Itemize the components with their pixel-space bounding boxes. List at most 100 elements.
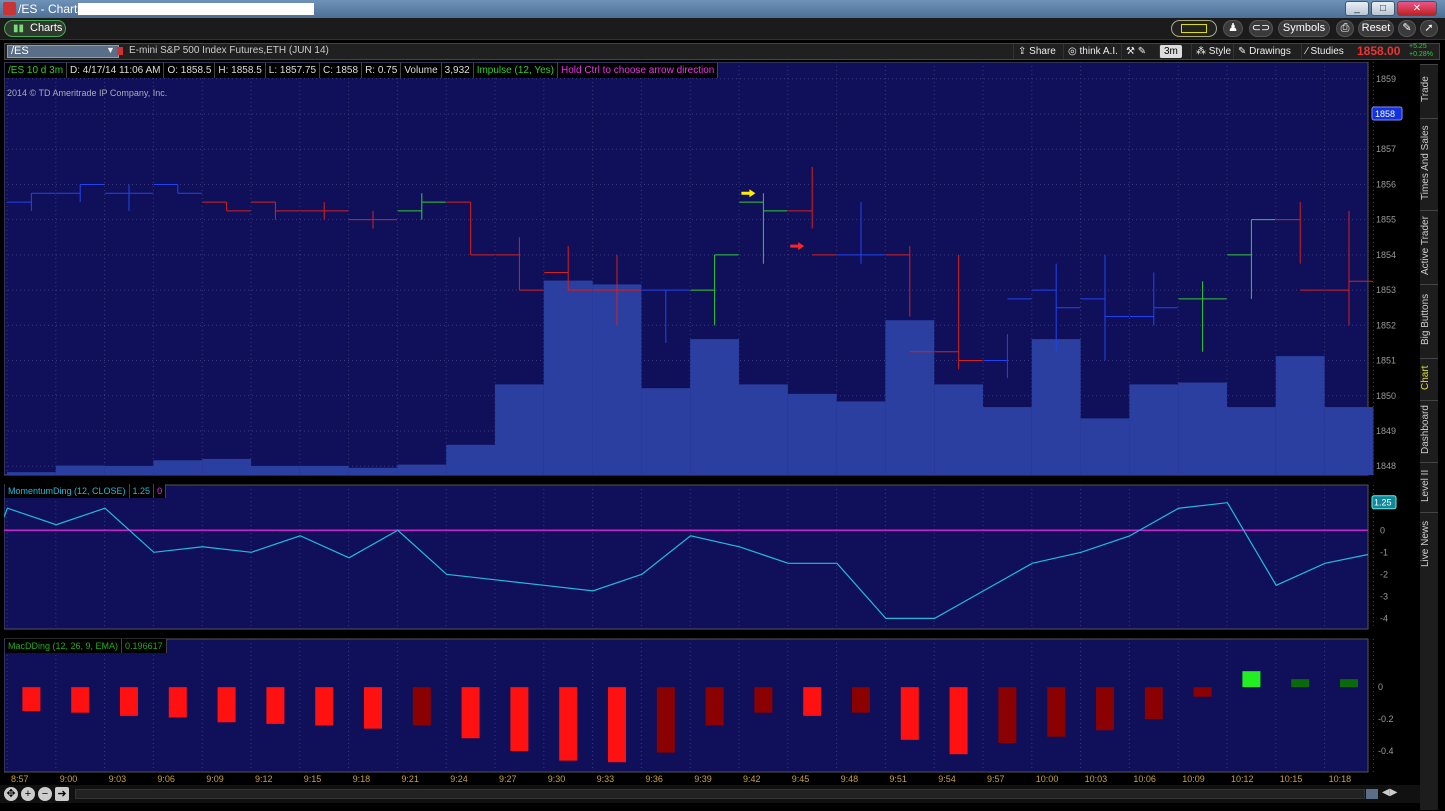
time-tick: 9:54 [938, 774, 956, 784]
scrollbar-thumb[interactable] [1366, 789, 1378, 799]
momentum-tick: -4 [1380, 613, 1388, 623]
macd-bar [803, 687, 822, 716]
time-tick: 10:03 [1085, 774, 1108, 784]
momentum-tick: -2 [1380, 569, 1388, 579]
macd-bar [1096, 687, 1114, 731]
symbols-button[interactable]: Symbols [1278, 20, 1330, 37]
tab-live-news[interactable]: Live News [1420, 512, 1438, 574]
symbol-dropdown-icon[interactable]: ▼ [106, 45, 115, 55]
tab-trade[interactable]: Trade [1420, 64, 1438, 114]
price-change: +5.25 +0.28% [1409, 43, 1433, 59]
volume-bar [543, 280, 593, 475]
macd-bar [461, 687, 480, 739]
volume-bar [1080, 418, 1130, 475]
time-tick: 9:42 [743, 774, 761, 784]
timeframe-button[interactable]: 3m [1159, 45, 1182, 58]
close-button[interactable]: ✕ [1397, 1, 1437, 16]
macd-bar [949, 687, 968, 755]
hint-text: Hold Ctrl to choose arrow direction [558, 63, 719, 78]
symbol-description: E-mini S&P 500 Index Futures,ETH (JUN 14… [129, 45, 329, 56]
bar-date: D: 4/17/14 11:06 AM [67, 63, 165, 78]
maximize-button[interactable]: □ [1371, 1, 1395, 16]
tab-active-trader[interactable]: Active Trader [1420, 210, 1438, 280]
color-picker-button[interactable] [1171, 20, 1217, 37]
price-tick: 1851 [1376, 356, 1396, 366]
time-tick: 8:57 [11, 774, 29, 784]
time-tick: 10:00 [1036, 774, 1059, 784]
time-tick: 10:18 [1329, 774, 1352, 784]
macd-bar [1193, 687, 1212, 697]
studies-button[interactable]: ⁄ Studies [1301, 44, 1348, 59]
charts-tab-label: Charts [30, 22, 63, 34]
link-icon[interactable]: ⊂⊃ [1249, 20, 1273, 37]
volume-bar [983, 407, 1032, 475]
pan-icon[interactable]: ✥ [4, 787, 18, 801]
tools-icon[interactable]: ⚒ ✎ [1121, 44, 1150, 59]
macd-value: 0.196617 [122, 639, 167, 653]
print-icon[interactable]: ⎙ [1336, 20, 1354, 37]
app-icon [3, 2, 16, 15]
minimize-button[interactable]: _ [1345, 1, 1369, 16]
time-tick: 9:36 [645, 774, 663, 784]
macd-bar [1144, 687, 1163, 720]
macd-bar [364, 687, 382, 729]
zoom-in-icon[interactable]: + [21, 787, 35, 801]
copyright-text: 2014 © TD Ameritrade IP Company, Inc. [7, 88, 168, 98]
macd-bar [608, 687, 626, 763]
volume-bar [495, 384, 544, 475]
macd-bar [900, 687, 919, 740]
time-tick: 9:00 [60, 774, 78, 784]
volume-bar [104, 465, 154, 475]
price-axis: 1848 1849 1850 1851 1852 1853 1854 1855 1856 1857… [1371, 74, 1403, 471]
nav-arrows-icon[interactable]: ◀▶ [1382, 787, 1412, 801]
price-tick: 1852 [1376, 320, 1396, 330]
macd-bar [1291, 679, 1310, 688]
macd-bar [168, 687, 187, 718]
macd-bar [852, 687, 870, 713]
drawings-button[interactable]: ✎ Drawings [1233, 44, 1295, 59]
charts-tab[interactable]: ▮▮ Charts [4, 20, 66, 37]
macd-study-label[interactable]: MacDDing (12, 26, 9, EMA) [5, 639, 123, 653]
macd-bar [559, 687, 578, 761]
momentum-axis: -4 -3 -2 -1 0 1.25 [1371, 495, 1397, 623]
impulse-study-label[interactable]: Impulse (12, Yes) [474, 63, 558, 78]
momentum-study-label[interactable]: MomentumDing (12, CLOSE) [5, 484, 130, 498]
volume-bar [348, 467, 398, 475]
macd-bar [266, 687, 285, 724]
tab-level-ii[interactable]: Level II [1420, 462, 1438, 508]
price-tick: 1857 [1376, 144, 1396, 154]
share-icon: ⇪ [1018, 46, 1030, 57]
tab-chart[interactable]: Chart [1420, 358, 1438, 396]
style-button[interactable]: ⁂ Style [1191, 44, 1235, 59]
time-tick: 9:33 [597, 774, 615, 784]
chart-infobar: /ES 10 d 3m D: 4/17/14 11:06 AM O: 1858.… [5, 63, 719, 78]
time-tick: 9:09 [206, 774, 224, 784]
volume-bar [1031, 339, 1081, 475]
reset-button[interactable]: Reset [1358, 20, 1394, 37]
macd-bar [71, 687, 90, 713]
volume-bar [1129, 384, 1179, 475]
share-button[interactable]: ⇪ Share [1013, 44, 1060, 59]
macd-bar [1047, 687, 1066, 737]
time-tick: 10:09 [1182, 774, 1205, 784]
detach-icon[interactable]: ➚ [1420, 20, 1438, 37]
zoom-out-icon[interactable]: − [38, 787, 52, 801]
scroll-right-icon[interactable]: ➜ [55, 787, 69, 801]
tab-dashboard[interactable]: Dashboard [1420, 400, 1438, 458]
volume-bar [397, 464, 447, 475]
time-tick: 9:03 [109, 774, 127, 784]
tab-times-and-sales[interactable]: Times And Sales [1420, 118, 1438, 206]
tab-big-buttons[interactable]: Big Buttons [1420, 284, 1438, 354]
time-tick: 10:12 [1231, 774, 1254, 784]
volume-bar [299, 465, 349, 475]
macd-bar [754, 687, 773, 713]
macd-bar [22, 687, 41, 712]
symbol-input[interactable]: /ES [7, 45, 119, 58]
chart-scrollbar[interactable] [75, 789, 1365, 799]
macd-bar [1340, 679, 1358, 688]
think-ai-button[interactable]: ◎ think A.I. [1063, 44, 1122, 59]
pin-icon[interactable]: ✎ [1398, 20, 1416, 37]
bell-icon[interactable]: ♟ [1223, 20, 1243, 37]
volume-bar [641, 388, 691, 475]
yellow-swatch-icon [1181, 24, 1207, 33]
